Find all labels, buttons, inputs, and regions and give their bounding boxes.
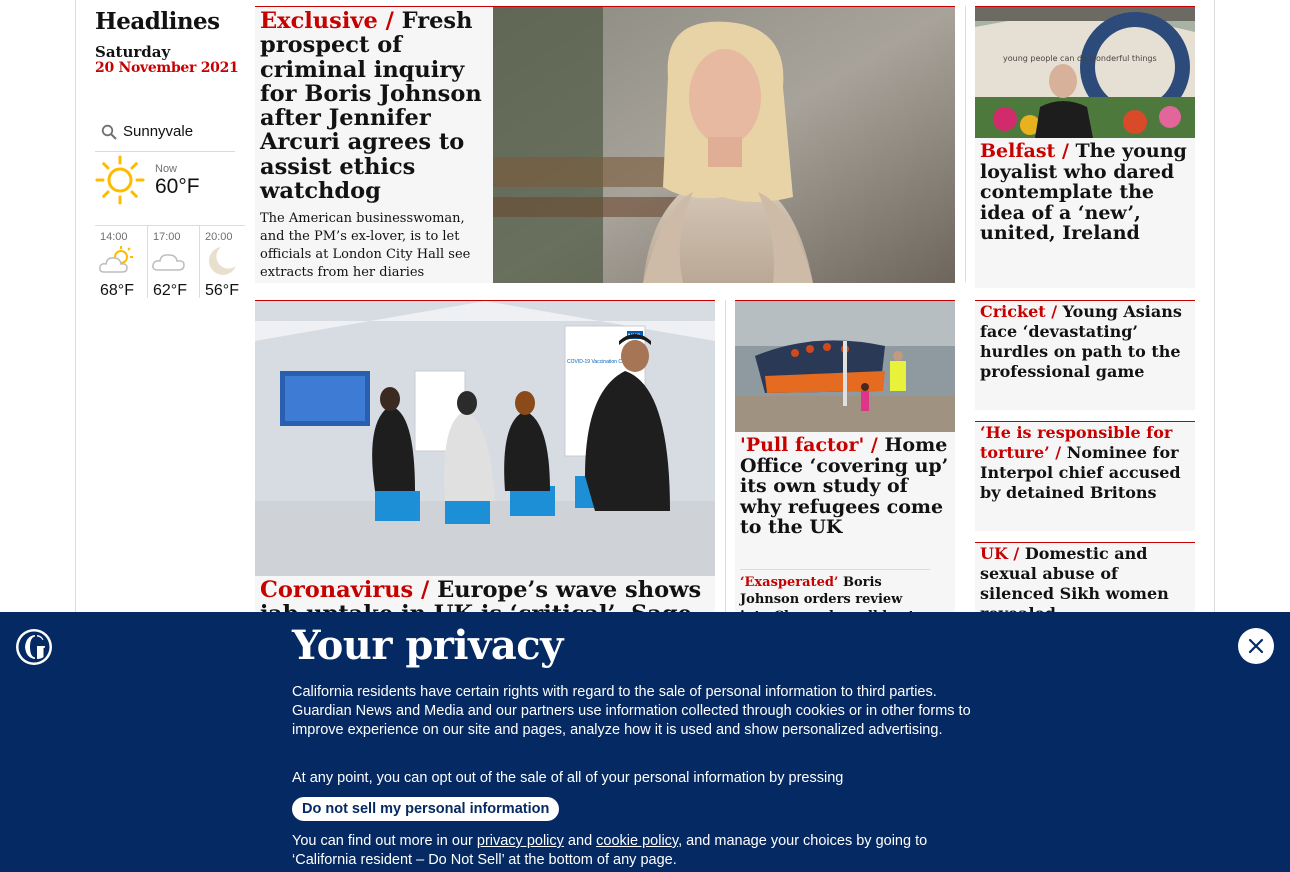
column-divider <box>965 6 966 282</box>
column-divider <box>725 300 726 620</box>
cricket-story-card[interactable]: Cricket / Young Asians face ‘devastating… <box>975 300 1195 410</box>
privacy-policy-link[interactable]: privacy policy <box>477 833 564 849</box>
mural-photo: young people can do wonderful things <box>975 7 1195 138</box>
close-button[interactable] <box>1238 628 1274 664</box>
forecast-item: 14:00 68°F <box>95 226 147 299</box>
pull-factor-story-card[interactable]: 'Pull factor' / Home Office ‘covering up… <box>735 300 955 641</box>
coronavirus-kicker: Coronavirus / <box>260 577 430 603</box>
forecast-time: 17:00 <box>153 231 181 243</box>
main-standfirst: The American businesswoman, and the PM’s… <box>260 211 471 280</box>
coronavirus-story-card[interactable]: NHS COVID-19 Vaccination Centre Coronavi… <box>255 300 715 651</box>
belfast-story-card[interactable]: young people can do wonderful things Bel… <box>975 6 1195 288</box>
section-title: Headlines <box>95 8 220 35</box>
weather-location: Sunnyvale <box>123 123 194 140</box>
cricket-headline[interactable]: Cricket / Young Asians face ‘devastating… <box>980 302 1190 382</box>
forecast-time: 14:00 <box>100 231 128 243</box>
main-headline[interactable]: Exclusive / Fresh prospect of criminal i… <box>260 9 485 203</box>
forecast-temp: 68°F <box>100 282 134 299</box>
forecast-temp: 62°F <box>153 282 187 299</box>
forecast-item: 17:00 62°F <box>147 226 199 299</box>
cricket-kicker: Cricket / <box>980 302 1058 321</box>
main-headline-text: Fresh prospect of criminal inquiry for B… <box>260 8 482 205</box>
pull-factor-headline[interactable]: 'Pull factor' / Home Office ‘covering up… <box>740 435 950 538</box>
pull-factor-kicker: 'Pull factor' / <box>740 434 878 456</box>
do-not-sell-button[interactable]: Do not sell my personal information <box>292 797 560 821</box>
belfast-headline[interactable]: Belfast / The young loyalist who dared c… <box>980 141 1190 244</box>
cookie-policy-link[interactable]: cookie policy <box>596 833 678 849</box>
privacy-paragraph-2: At any point, you can opt out of the sal… <box>292 770 844 786</box>
now-label: Now <box>155 163 178 175</box>
belfast-kicker: Belfast / <box>980 140 1069 162</box>
search-icon <box>101 124 117 140</box>
privacy-banner: Your privacy California residents have c… <box>0 612 1290 872</box>
sun-icon <box>95 155 145 205</box>
pull-factor-photo[interactable] <box>735 301 955 432</box>
date-day: Saturday <box>95 43 171 61</box>
main-kicker: Exclusive / <box>260 8 394 34</box>
privacy-paragraph-1: California residents have certain rights… <box>292 684 971 738</box>
cloud-icon <box>152 254 185 271</box>
p3-text-before: You can find out more in our <box>292 833 477 849</box>
mural-text: young people can do wonderful things <box>1003 54 1157 63</box>
belfast-photo[interactable]: young people can do wonderful things <box>975 7 1195 138</box>
main-story-card[interactable]: Exclusive / Fresh prospect of criminal i… <box>255 6 955 283</box>
interpol-story-card[interactable]: ‘He is responsible for torture’ / Nomine… <box>975 421 1195 531</box>
coronavirus-photo[interactable]: NHS COVID-19 Vaccination Centre <box>255 301 715 576</box>
portrait-photo <box>493 7 955 283</box>
weather-location-search[interactable]: Sunnyvale <box>95 120 235 152</box>
main-photo[interactable] <box>493 7 955 283</box>
partly-cloudy-icon <box>99 246 133 273</box>
weather-forecast: 14:00 68°F 17:00 62°F 20:00 56°F <box>95 225 245 299</box>
guardian-logo-icon[interactable] <box>16 629 52 665</box>
forecast-item: 20:00 56°F <box>199 226 251 299</box>
forecast-time: 20:00 <box>205 231 233 243</box>
p3-text-and: and <box>563 833 597 849</box>
forecast-temp: 56°F <box>205 282 239 299</box>
vaccination-centre-photo: NHS COVID-19 Vaccination Centre <box>255 301 715 576</box>
now-temperature: 60°F <box>155 175 200 198</box>
privacy-title: Your privacy <box>292 622 563 669</box>
close-icon <box>1248 638 1264 654</box>
uk-story-card[interactable]: UK / Domestic and sexual abuse of silenc… <box>975 542 1195 623</box>
lifeboat-photo <box>735 301 955 432</box>
interpol-headline[interactable]: ‘He is responsible for torture’ / Nomine… <box>980 423 1190 503</box>
sublink-kicker: ‘Exasperated’ <box>740 575 839 590</box>
moon-icon <box>208 247 236 275</box>
privacy-paragraph-3: You can find out more in our privacy pol… <box>292 832 962 870</box>
date-full: 20 November 2021 <box>95 60 239 76</box>
uk-kicker: UK / <box>980 544 1020 563</box>
